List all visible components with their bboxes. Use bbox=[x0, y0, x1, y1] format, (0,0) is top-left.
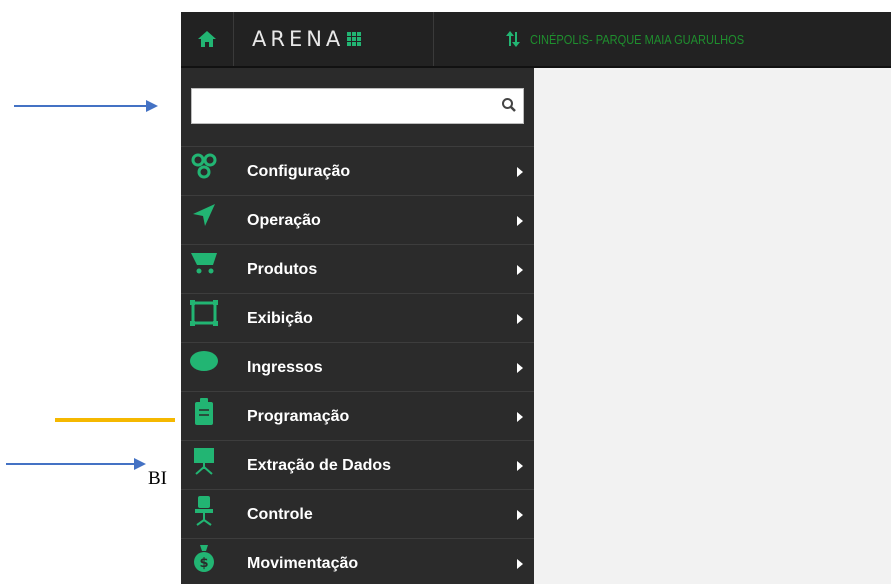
chevron-right-icon bbox=[517, 265, 523, 275]
sidebar-item-operacao[interactable]: Operação bbox=[181, 195, 534, 244]
sidebar-item-configuracao[interactable]: Configuração bbox=[181, 146, 534, 195]
chevron-right-icon bbox=[517, 167, 523, 177]
sidebar-item-label: Produtos bbox=[247, 261, 318, 278]
svg-text:$: $ bbox=[199, 556, 208, 571]
chevron-right-icon bbox=[517, 461, 523, 471]
logo-text: ARENA bbox=[252, 27, 345, 51]
chevron-right-icon bbox=[517, 559, 523, 569]
money-bag-icon: $ bbox=[187, 545, 221, 579]
main-content-area bbox=[534, 68, 891, 584]
sidebar-item-label: Operação bbox=[247, 212, 321, 229]
top-bar: ARENA CINÉPOLIS- PARQUE MAIA GUARULHOS bbox=[181, 12, 891, 68]
chevron-right-icon bbox=[517, 216, 523, 226]
sidebar-item-label: Controle bbox=[247, 506, 313, 523]
sidebar-item-label: Ingressos bbox=[247, 359, 323, 376]
search-input[interactable] bbox=[192, 89, 508, 121]
swap-arrows-icon bbox=[506, 31, 520, 47]
cart-icon bbox=[187, 251, 221, 285]
search-icon bbox=[502, 98, 516, 112]
cinema-name: CINÉPOLIS- PARQUE MAIA GUARULHOS bbox=[530, 31, 745, 47]
annotation-line-programacao bbox=[55, 418, 175, 422]
sidebar-item-label: Movimentação bbox=[247, 555, 359, 572]
annotation-text: BI bbox=[148, 468, 167, 489]
home-button[interactable] bbox=[181, 12, 234, 66]
cinema-selector[interactable]: CINÉPOLIS- PARQUE MAIA GUARULHOS bbox=[506, 12, 782, 66]
home-icon bbox=[198, 31, 216, 47]
sidebar-item-extracao-de-dados[interactable]: Extração de Dados bbox=[181, 440, 534, 489]
gears-icon bbox=[187, 153, 221, 187]
sidebar-item-label: Programação bbox=[247, 408, 350, 425]
search-button[interactable] bbox=[501, 97, 517, 117]
chevron-right-icon bbox=[517, 412, 523, 422]
annotation-arrow-extracao bbox=[6, 458, 146, 470]
presentation-icon bbox=[187, 447, 221, 481]
chevron-right-icon bbox=[517, 363, 523, 373]
sidebar-item-ingressos[interactable]: Ingressos bbox=[181, 342, 534, 391]
sidebar-item-movimentacao[interactable]: $ Movimentação bbox=[181, 538, 534, 587]
sidebar-item-exibicao[interactable]: Exibição bbox=[181, 293, 534, 342]
logo-grid-icon bbox=[347, 32, 362, 46]
sidebar: Configuração Operação Produtos Exibição … bbox=[181, 68, 534, 584]
sidebar-item-label: Configuração bbox=[247, 163, 351, 180]
ticket-icon bbox=[187, 349, 221, 383]
annotation-arrow-search bbox=[14, 100, 158, 112]
sidebar-item-label: Extração de Dados bbox=[247, 457, 392, 474]
send-icon bbox=[187, 202, 221, 236]
sidebar-menu: Configuração Operação Produtos Exibição … bbox=[181, 146, 534, 587]
search-box bbox=[191, 88, 524, 124]
sidebar-item-controle[interactable]: Controle bbox=[181, 489, 534, 538]
chevron-right-icon bbox=[517, 510, 523, 520]
sidebar-item-produtos[interactable]: Produtos bbox=[181, 244, 534, 293]
sidebar-item-label: Exibição bbox=[247, 310, 313, 327]
chevron-right-icon bbox=[517, 314, 523, 324]
sidebar-item-programacao[interactable]: Programação bbox=[181, 391, 534, 440]
app-logo[interactable]: ARENA bbox=[234, 12, 434, 66]
frame-icon bbox=[187, 300, 221, 334]
chair-icon bbox=[187, 496, 221, 530]
clipboard-icon bbox=[187, 398, 221, 432]
